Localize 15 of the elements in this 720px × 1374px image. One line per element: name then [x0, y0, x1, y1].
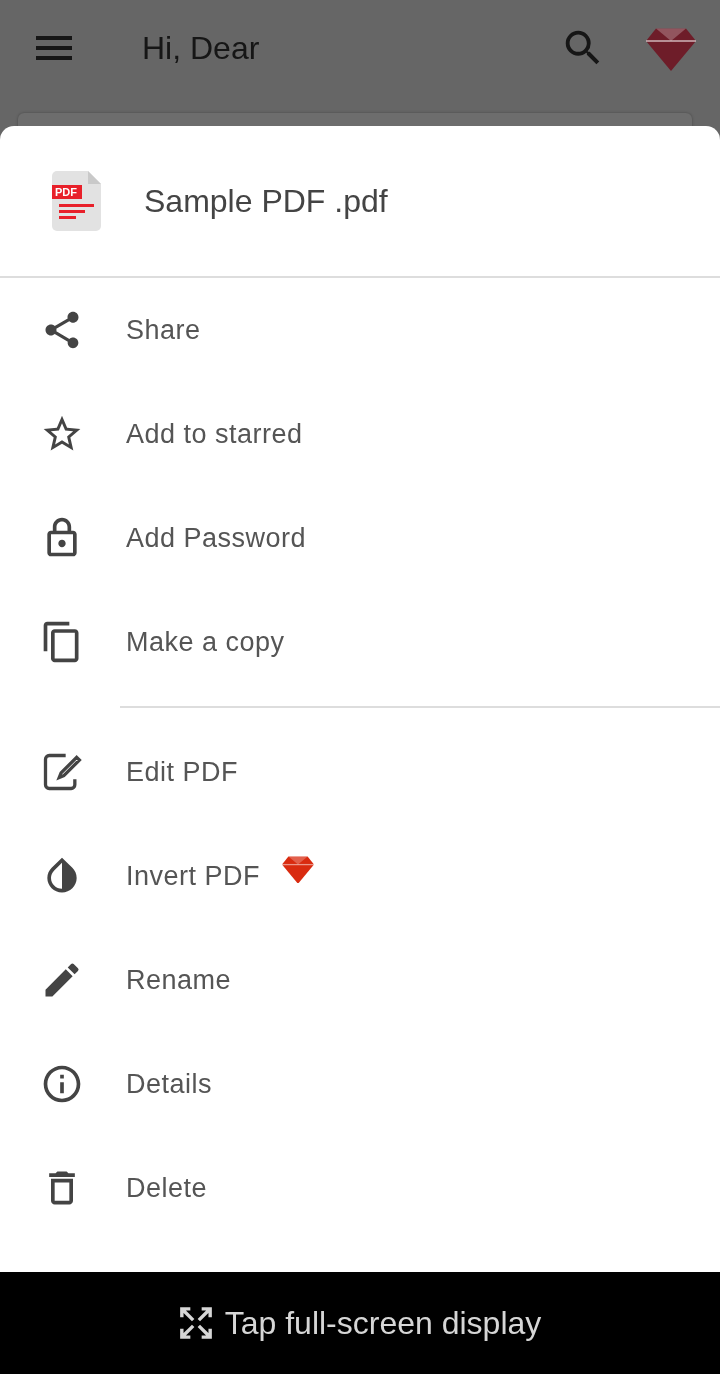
menu-item[interactable]: Add Password: [0, 486, 720, 590]
expand-icon: [178, 1306, 213, 1340]
premium-gem-icon: [282, 854, 315, 884]
menu-item[interactable]: Delete: [0, 1136, 720, 1240]
menu-item[interactable]: Edit PDF: [0, 720, 720, 824]
menu-item[interactable]: Make a copy: [0, 590, 720, 694]
menu-item[interactable]: Add to starred: [0, 382, 720, 486]
menu-item[interactable]: Rename: [0, 928, 720, 1032]
menu-item[interactable]: Details: [0, 1032, 720, 1136]
file-name: Sample PDF .pdf: [144, 182, 388, 220]
pdf-file-icon: PDF: [52, 170, 102, 232]
greeting-title: Hi, Dear: [142, 29, 261, 67]
menu-item[interactable]: Invert PDF: [0, 824, 720, 928]
menu-item[interactable]: Share: [0, 278, 720, 382]
fullscreen-banner[interactable]: Tap full-screen display: [0, 1272, 720, 1374]
